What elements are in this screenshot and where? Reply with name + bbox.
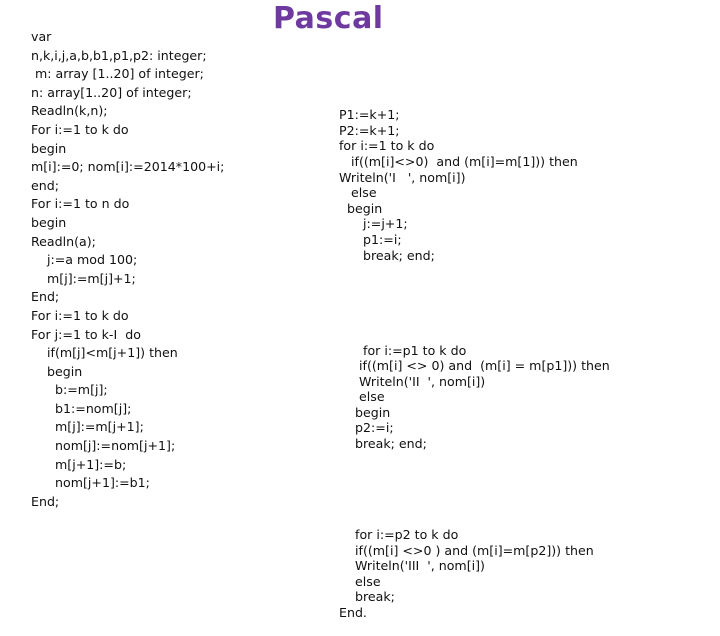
- code-line: End;: [31, 493, 60, 509]
- code-line: P2:=k+1;: [339, 122, 400, 138]
- code-line: Readln(k,n);: [31, 103, 108, 119]
- code-block-left: var n,k,i,j,a,b,b1,p1,p2: integer; m: arr…: [31, 28, 224, 511]
- code-line: For i:=1 to n do: [31, 196, 130, 212]
- code-line: nom[j+1]:=b1;: [31, 475, 150, 491]
- code-block-right-part1: P1:=k+1; P2:=k+1; for i:=1 to k do if((m[i…: [339, 107, 610, 263]
- code-line: begin: [339, 200, 383, 216]
- code-line: For i:=1 to k do: [31, 307, 129, 323]
- code-line: break; end;: [339, 436, 427, 452]
- code-line: begin: [31, 140, 67, 156]
- code-line: begin: [31, 214, 67, 230]
- code-line: n: array[1..20] of integer;: [31, 84, 192, 100]
- code-line: begin: [31, 363, 83, 379]
- code-line: m: array [1..20] of integer;: [31, 66, 204, 82]
- code-line: if((m[i] <>0 ) and (m[i]=m[p2])) then: [339, 542, 594, 558]
- code-line: b1:=nom[j];: [31, 400, 132, 416]
- code-line: break; end;: [339, 247, 435, 263]
- code-line: Readln(a);: [31, 233, 96, 249]
- code-line: break;: [339, 589, 395, 605]
- code-line: m[j]:=m[j+1];: [31, 419, 144, 435]
- code-line: m[j]:=m[j]+1;: [31, 270, 136, 286]
- code-line: else: [339, 185, 377, 201]
- code-line: begin: [339, 404, 391, 420]
- code-line: j:=a mod 100;: [31, 252, 138, 268]
- code-line: else: [339, 389, 385, 405]
- page-title: Pascal: [273, 1, 384, 36]
- code-line: p1:=i;: [339, 231, 402, 247]
- code-line: nom[j]:=nom[j+1];: [31, 438, 176, 454]
- code-line: j:=j+1;: [339, 216, 408, 232]
- code-line: for i:=1 to k do: [339, 138, 435, 154]
- code-line: b:=m[j];: [31, 382, 108, 398]
- code-line: if((m[i] <> 0) and (m[i] = m[p1])) then: [339, 358, 610, 374]
- code-line: for i:=p1 to k do: [339, 342, 467, 358]
- code-line: End;: [31, 289, 60, 305]
- code-line: end;: [31, 177, 59, 193]
- code-line: P1:=k+1;: [339, 107, 400, 123]
- code-line: For j:=1 to k-I do: [31, 326, 141, 342]
- code-line: if((m[i]<>0) and (m[i]=m[1])) then: [339, 153, 578, 169]
- code-line: var: [31, 29, 52, 44]
- code-line: m[j+1]:=b;: [31, 456, 127, 472]
- code-line: if(m[j]<m[j+1]) then: [31, 345, 178, 361]
- code-line: else: [339, 573, 381, 589]
- code-line: Writeln('I ', nom[i]): [339, 169, 466, 185]
- code-line: Writeln('II ', nom[i]): [339, 373, 486, 389]
- code-line: Writeln('III ', nom[i]): [339, 558, 485, 574]
- code-line: End.: [339, 605, 367, 620]
- code-line: p2:=i;: [339, 420, 394, 436]
- code-line: for i:=p2 to k do: [339, 527, 459, 543]
- code-line: n,k,i,j,a,b,b1,p1,p2: integer;: [31, 47, 207, 63]
- code-block-right-part3: for i:=p2 to k do if((m[i] <>0 ) and (m[…: [339, 527, 610, 621]
- code-block-right: P1:=k+1; P2:=k+1; for i:=1 to k do if((m[i…: [339, 76, 610, 636]
- code-block-right-part2: for i:=p1 to k do if((m[i] <> 0) and (m[…: [339, 343, 610, 452]
- code-line: m[i]:=0; nom[i]:=2014*100+i;: [31, 159, 225, 175]
- code-line: For i:=1 to k do: [31, 121, 129, 137]
